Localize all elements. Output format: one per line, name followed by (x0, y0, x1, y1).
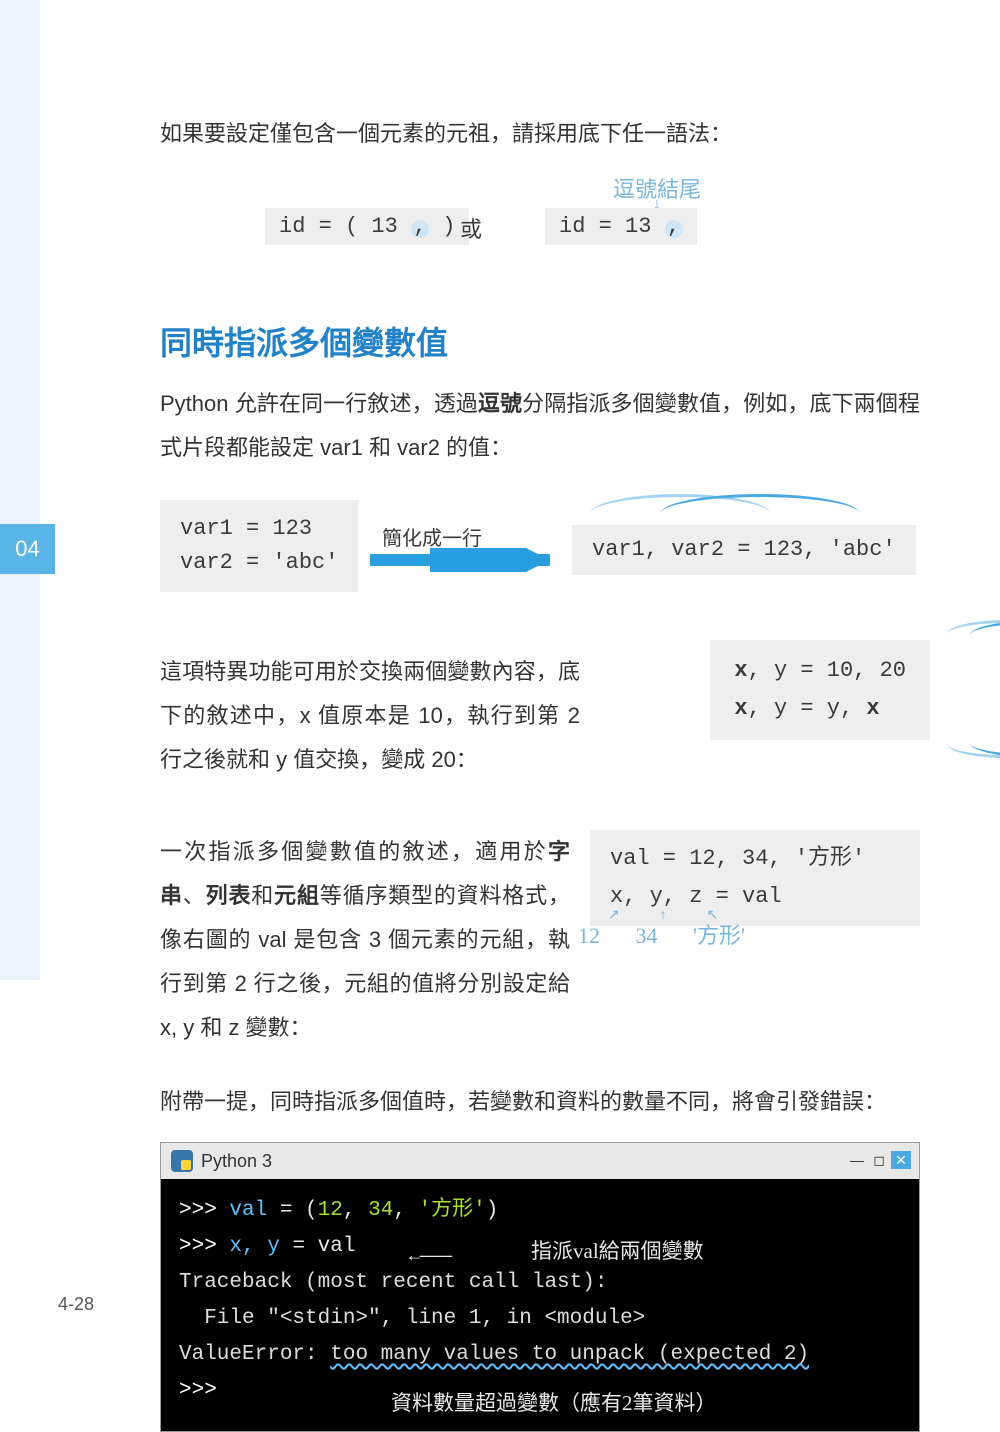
x-bold: x (866, 696, 879, 721)
code-one-line: var1, var2 = 123, 'abc' (572, 525, 916, 575)
code-swap: x, y = 10, 20 x, y = y, x (710, 640, 930, 740)
example-single-tuple: 逗號結尾 ↓ id = ( 13 , ) 或 id = 13 , (160, 196, 920, 256)
python-icon (171, 1150, 193, 1172)
prompt: >>> (179, 1199, 229, 1222)
chapter-badge: 04 (0, 524, 55, 574)
prompt: >>> (179, 1235, 229, 1258)
code-text: , y = y, (748, 696, 867, 721)
paragraph-4: 一次指派多個變數值的敘述，適用於字串、列表和元組等循序類型的資料格式，像右圖的 … (160, 830, 570, 1050)
terminal-titlebar: Python 3 — ◻ ✕ (161, 1143, 919, 1179)
code-line: var2 = 'abc' (180, 546, 338, 580)
paragraph-5: 附帶一提，同時指派多個值時，若變數和資料的數量不同，將會引發錯誤： (160, 1080, 920, 1124)
terminal-title: Python 3 (201, 1151, 272, 1172)
p4-b3: 元組 (274, 883, 320, 908)
comma-highlight-icon: , (665, 220, 683, 238)
maximize-icon[interactable]: ◻ (869, 1151, 889, 1169)
terminal-annotation-1: 指派val給兩個變數 (531, 1233, 704, 1269)
code-text: id = 13 (559, 214, 665, 239)
terminal-body: >>> val = (12, 34, '方形') >>> x, y = val … (161, 1179, 919, 1431)
code-line: val = 12, 34, '方形' (610, 840, 900, 878)
window-controls: — ◻ ✕ (847, 1151, 911, 1169)
unpack-annotation: 12 34 '方形' (578, 918, 745, 950)
paragraph-3: 這項特異功能可用於交換兩個變數內容，底下的敘述中，x 值原本是 10，執行到第 … (160, 650, 580, 782)
example-unpack: 一次指派多個變數值的敘述，適用於字串、列表和元組等循序類型的資料格式，像右圖的 … (160, 830, 920, 1050)
error-message: too many values to unpack (expected 2) (330, 1343, 809, 1366)
paragraph-2: Python 允許在同一行敘述，透過逗號分隔指派多個變數值，例如，底下兩個程式片… (160, 382, 920, 470)
code-line: x, y = 10, 20 (734, 652, 906, 690)
p2-a: Python 允許在同一行敘述，透過 (160, 391, 478, 416)
section-heading: 同時指派多個變數值 (160, 318, 920, 364)
minimize-icon[interactable]: — (847, 1151, 867, 1169)
code-line: x, y (229, 1235, 279, 1258)
sidebar-accent (0, 0, 40, 980)
p4-a: 一次指派多個變數值的敘述，適用於 (160, 839, 548, 864)
page-content: 如果要設定僅包含一個元素的元祖，請採用底下任一語法： 逗號結尾 ↓ id = (… (160, 112, 920, 1432)
code-line: var1 = 123 (180, 512, 338, 546)
terminal-annotation-2: 資料數量超過變數（應有2筆資料） (391, 1385, 717, 1421)
code-line: x, y = y, x (734, 690, 906, 728)
example-multi-assign: var1 = 123 var2 = 'abc' 簡化成一行 var1, var2… (160, 500, 920, 610)
close-icon[interactable]: ✕ (891, 1151, 911, 1169)
page-number: 4-28 (58, 1294, 94, 1315)
p2-bold: 逗號 (478, 391, 522, 416)
p4-sep: 、 (183, 883, 206, 908)
code-text: , y = 10, 20 (748, 658, 906, 683)
comma-highlight-icon: , (411, 220, 429, 238)
simplify-label: 簡化成一行 (382, 522, 482, 551)
p4-b2: 列表 (206, 883, 252, 908)
code-text: id = ( 13 (279, 214, 411, 239)
traceback-line: Traceback (most recent call last): (179, 1271, 607, 1294)
prompt: >>> (179, 1379, 217, 1402)
intro-paragraph: 如果要設定僅包含一個元素的元祖，請採用底下任一語法： (160, 112, 920, 156)
or-label: 或 (460, 212, 482, 244)
x-bold: x (734, 696, 747, 721)
x-bold: x (734, 658, 747, 683)
traceback-line: File "<stdin>", line 1, in <module> (179, 1307, 645, 1330)
terminal-window: Python 3 — ◻ ✕ >>> val = (12, 34, '方形') … (160, 1142, 920, 1432)
code-tuple-nocomma: id = 13 , (545, 208, 697, 245)
code-two-lines: var1 = 123 var2 = 'abc' (160, 500, 358, 592)
arrow-left-icon: ←——— (409, 1239, 452, 1275)
code-line: val (229, 1199, 267, 1222)
code-tuple-paren: id = ( 13 , ) (265, 208, 469, 245)
error-prefix: ValueError: (179, 1343, 330, 1366)
example-swap: 這項特異功能可用於交換兩個變數內容，底下的敘述中，x 值原本是 10，執行到第 … (160, 650, 920, 790)
code-text: ) (429, 214, 455, 239)
p4-sep: 和 (251, 883, 274, 908)
arrow-right-icon (370, 548, 570, 572)
